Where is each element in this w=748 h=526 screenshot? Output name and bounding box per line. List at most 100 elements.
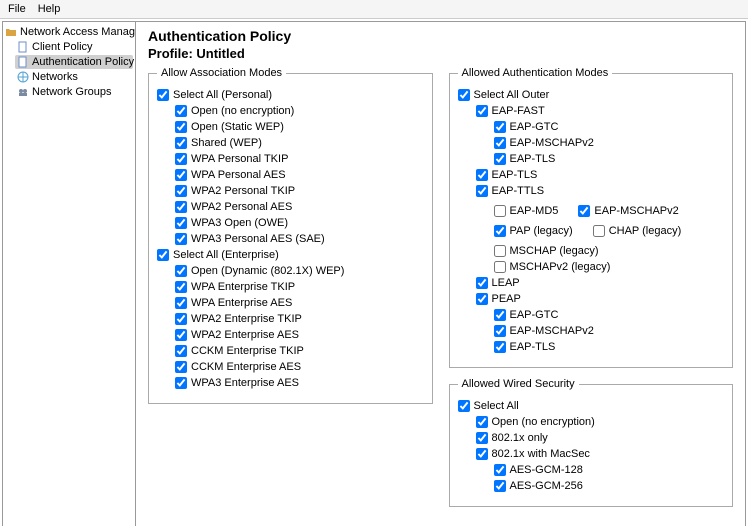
wired-dot1x-macsec-checkbox[interactable] bbox=[476, 448, 488, 460]
wpa-personal-tkip-checkbox[interactable] bbox=[175, 153, 187, 165]
eap-fast-mschapv2-label: EAP-MSCHAPv2 bbox=[510, 137, 594, 149]
aes-gcm-256-checkbox[interactable] bbox=[494, 480, 506, 492]
wpa2-personal-tkip-label: WPA2 Personal TKIP bbox=[191, 185, 295, 197]
wpa2-enterprise-aes-label: WPA2 Enterprise AES bbox=[191, 329, 299, 341]
menubar: File Help bbox=[0, 0, 748, 19]
wpa-enterprise-aes-label: WPA Enterprise AES bbox=[191, 297, 292, 309]
shared-wep-label: Shared (WEP) bbox=[191, 137, 262, 149]
tree-item-label: Networks bbox=[32, 71, 78, 83]
eap-ttls-label: EAP-TTLS bbox=[492, 185, 545, 197]
open-dynamic-wep-label: Open (Dynamic (802.1X) WEP) bbox=[191, 265, 344, 277]
eap-fast-mschapv2-checkbox[interactable] bbox=[494, 137, 506, 149]
cckm-enterprise-tkip-checkbox[interactable] bbox=[175, 345, 187, 357]
peap-mschapv2-checkbox[interactable] bbox=[494, 325, 506, 337]
tree-item-label: Network Groups bbox=[32, 86, 111, 98]
select-all-outer[interactable]: Select All Outer bbox=[458, 89, 725, 101]
wpa-enterprise-aes-checkbox[interactable] bbox=[175, 297, 187, 309]
wpa2-personal-tkip-checkbox[interactable] bbox=[175, 185, 187, 197]
eap-fast-gtc-checkbox[interactable] bbox=[494, 121, 506, 133]
aes-gcm-128-label: AES-GCM-128 bbox=[510, 464, 583, 476]
wired-open-checkbox[interactable] bbox=[476, 416, 488, 428]
leap-checkbox[interactable] bbox=[476, 277, 488, 289]
wpa-personal-aes-checkbox[interactable] bbox=[175, 169, 187, 181]
eap-tls-label: EAP-TLS bbox=[492, 169, 538, 181]
select-all-personal[interactable]: Select All (Personal) bbox=[157, 89, 424, 101]
wired-open-label: Open (no encryption) bbox=[492, 416, 595, 428]
eap-fast-tls-label: EAP-TLS bbox=[510, 153, 556, 165]
open-static-wep-checkbox[interactable] bbox=[175, 121, 187, 133]
select-all-personal-label: Select All (Personal) bbox=[173, 89, 272, 101]
cckm-enterprise-aes-label: CCKM Enterprise AES bbox=[191, 361, 301, 373]
tree-root[interactable]: Network Access Manager bbox=[5, 26, 133, 38]
aes-gcm-256-label: AES-GCM-256 bbox=[510, 480, 583, 492]
shared-wep-checkbox[interactable] bbox=[175, 137, 187, 149]
eap-ttls-chap-checkbox[interactable] bbox=[593, 225, 605, 237]
select-all-outer-checkbox[interactable] bbox=[458, 89, 470, 101]
tree-item-label: Authentication Policy bbox=[32, 56, 134, 68]
association-modes-group: Allow Association Modes Select All (Pers… bbox=[148, 67, 433, 404]
eap-ttls-mschapv2-legacy-checkbox[interactable] bbox=[494, 261, 506, 273]
wpa3-personal-sae-label: WPA3 Personal AES (SAE) bbox=[191, 233, 325, 245]
wpa2-personal-aes-label: WPA2 Personal AES bbox=[191, 201, 292, 213]
cckm-enterprise-aes-checkbox[interactable] bbox=[175, 361, 187, 373]
tree-item-network-groups[interactable]: Network Groups bbox=[15, 85, 133, 99]
select-all-enterprise-checkbox[interactable] bbox=[157, 249, 169, 261]
open-dynamic-wep-checkbox[interactable] bbox=[175, 265, 187, 277]
folder-icon bbox=[5, 26, 17, 38]
open-none-label: Open (no encryption) bbox=[191, 105, 294, 117]
peap-tls-label: EAP-TLS bbox=[510, 341, 556, 353]
body-area: Network Access Manager Client Policy Aut… bbox=[2, 21, 746, 526]
wpa3-open-label: WPA3 Open (OWE) bbox=[191, 217, 288, 229]
wpa2-enterprise-tkip-checkbox[interactable] bbox=[175, 313, 187, 325]
wpa3-personal-sae-checkbox[interactable] bbox=[175, 233, 187, 245]
eap-ttls-mschapv2-checkbox[interactable] bbox=[578, 205, 590, 217]
peap-gtc-label: EAP-GTC bbox=[510, 309, 559, 321]
wired-security-group: Allowed Wired Security Select All Open (… bbox=[449, 378, 734, 507]
open-static-wep-label: Open (Static WEP) bbox=[191, 121, 284, 133]
page-icon bbox=[17, 56, 29, 68]
wired-dot1x-only-checkbox[interactable] bbox=[476, 432, 488, 444]
open-none-checkbox[interactable] bbox=[175, 105, 187, 117]
menu-help[interactable]: Help bbox=[38, 3, 61, 15]
network-icon bbox=[17, 71, 29, 83]
wpa3-open-checkbox[interactable] bbox=[175, 217, 187, 229]
wired-dot1x-macsec-label: 802.1x with MacSec bbox=[492, 448, 590, 460]
profile-line: Profile: Untitled bbox=[148, 46, 733, 61]
eap-ttls-mschap-checkbox[interactable] bbox=[494, 245, 506, 257]
wpa2-enterprise-aes-checkbox[interactable] bbox=[175, 329, 187, 341]
peap-tls-checkbox[interactable] bbox=[494, 341, 506, 353]
association-modes-legend: Allow Association Modes bbox=[157, 67, 286, 79]
wpa-personal-aes-label: WPA Personal AES bbox=[191, 169, 286, 181]
menu-file[interactable]: File bbox=[8, 3, 26, 15]
wired-select-all-label: Select All bbox=[474, 400, 519, 412]
select-all-enterprise[interactable]: Select All (Enterprise) bbox=[157, 249, 424, 261]
eap-ttls-chap-label: CHAP (legacy) bbox=[609, 225, 682, 237]
eap-ttls-mschapv2-legacy-label: MSCHAPv2 (legacy) bbox=[510, 261, 611, 273]
eap-ttls-pap-checkbox[interactable] bbox=[494, 225, 506, 237]
eap-fast-gtc-label: EAP-GTC bbox=[510, 121, 559, 133]
tree-root-label: Network Access Manager bbox=[20, 26, 136, 38]
peap-gtc-checkbox[interactable] bbox=[494, 309, 506, 321]
tree-item-networks[interactable]: Networks bbox=[15, 70, 133, 84]
eap-fast-tls-checkbox[interactable] bbox=[494, 153, 506, 165]
select-all-enterprise-label: Select All (Enterprise) bbox=[173, 249, 279, 261]
wpa3-enterprise-aes-checkbox[interactable] bbox=[175, 377, 187, 389]
peap-label: PEAP bbox=[492, 293, 521, 305]
eap-ttls-md5-checkbox[interactable] bbox=[494, 205, 506, 217]
aes-gcm-128-checkbox[interactable] bbox=[494, 464, 506, 476]
tree-item-authentication-policy[interactable]: Authentication Policy bbox=[15, 55, 133, 69]
select-all-outer-label: Select All Outer bbox=[474, 89, 550, 101]
select-all-personal-checkbox[interactable] bbox=[157, 89, 169, 101]
leap-label: LEAP bbox=[492, 277, 520, 289]
peap-checkbox[interactable] bbox=[476, 293, 488, 305]
wired-select-all[interactable]: Select All bbox=[458, 400, 725, 412]
tree-item-client-policy[interactable]: Client Policy bbox=[15, 40, 133, 54]
tree-item-label: Client Policy bbox=[32, 41, 93, 53]
wpa-enterprise-tkip-checkbox[interactable] bbox=[175, 281, 187, 293]
wpa2-personal-aes-checkbox[interactable] bbox=[175, 201, 187, 213]
authentication-modes-group: Allowed Authentication Modes Select All … bbox=[449, 67, 734, 368]
eap-ttls-checkbox[interactable] bbox=[476, 185, 488, 197]
wired-select-all-checkbox[interactable] bbox=[458, 400, 470, 412]
eap-tls-checkbox[interactable] bbox=[476, 169, 488, 181]
eap-fast-checkbox[interactable] bbox=[476, 105, 488, 117]
